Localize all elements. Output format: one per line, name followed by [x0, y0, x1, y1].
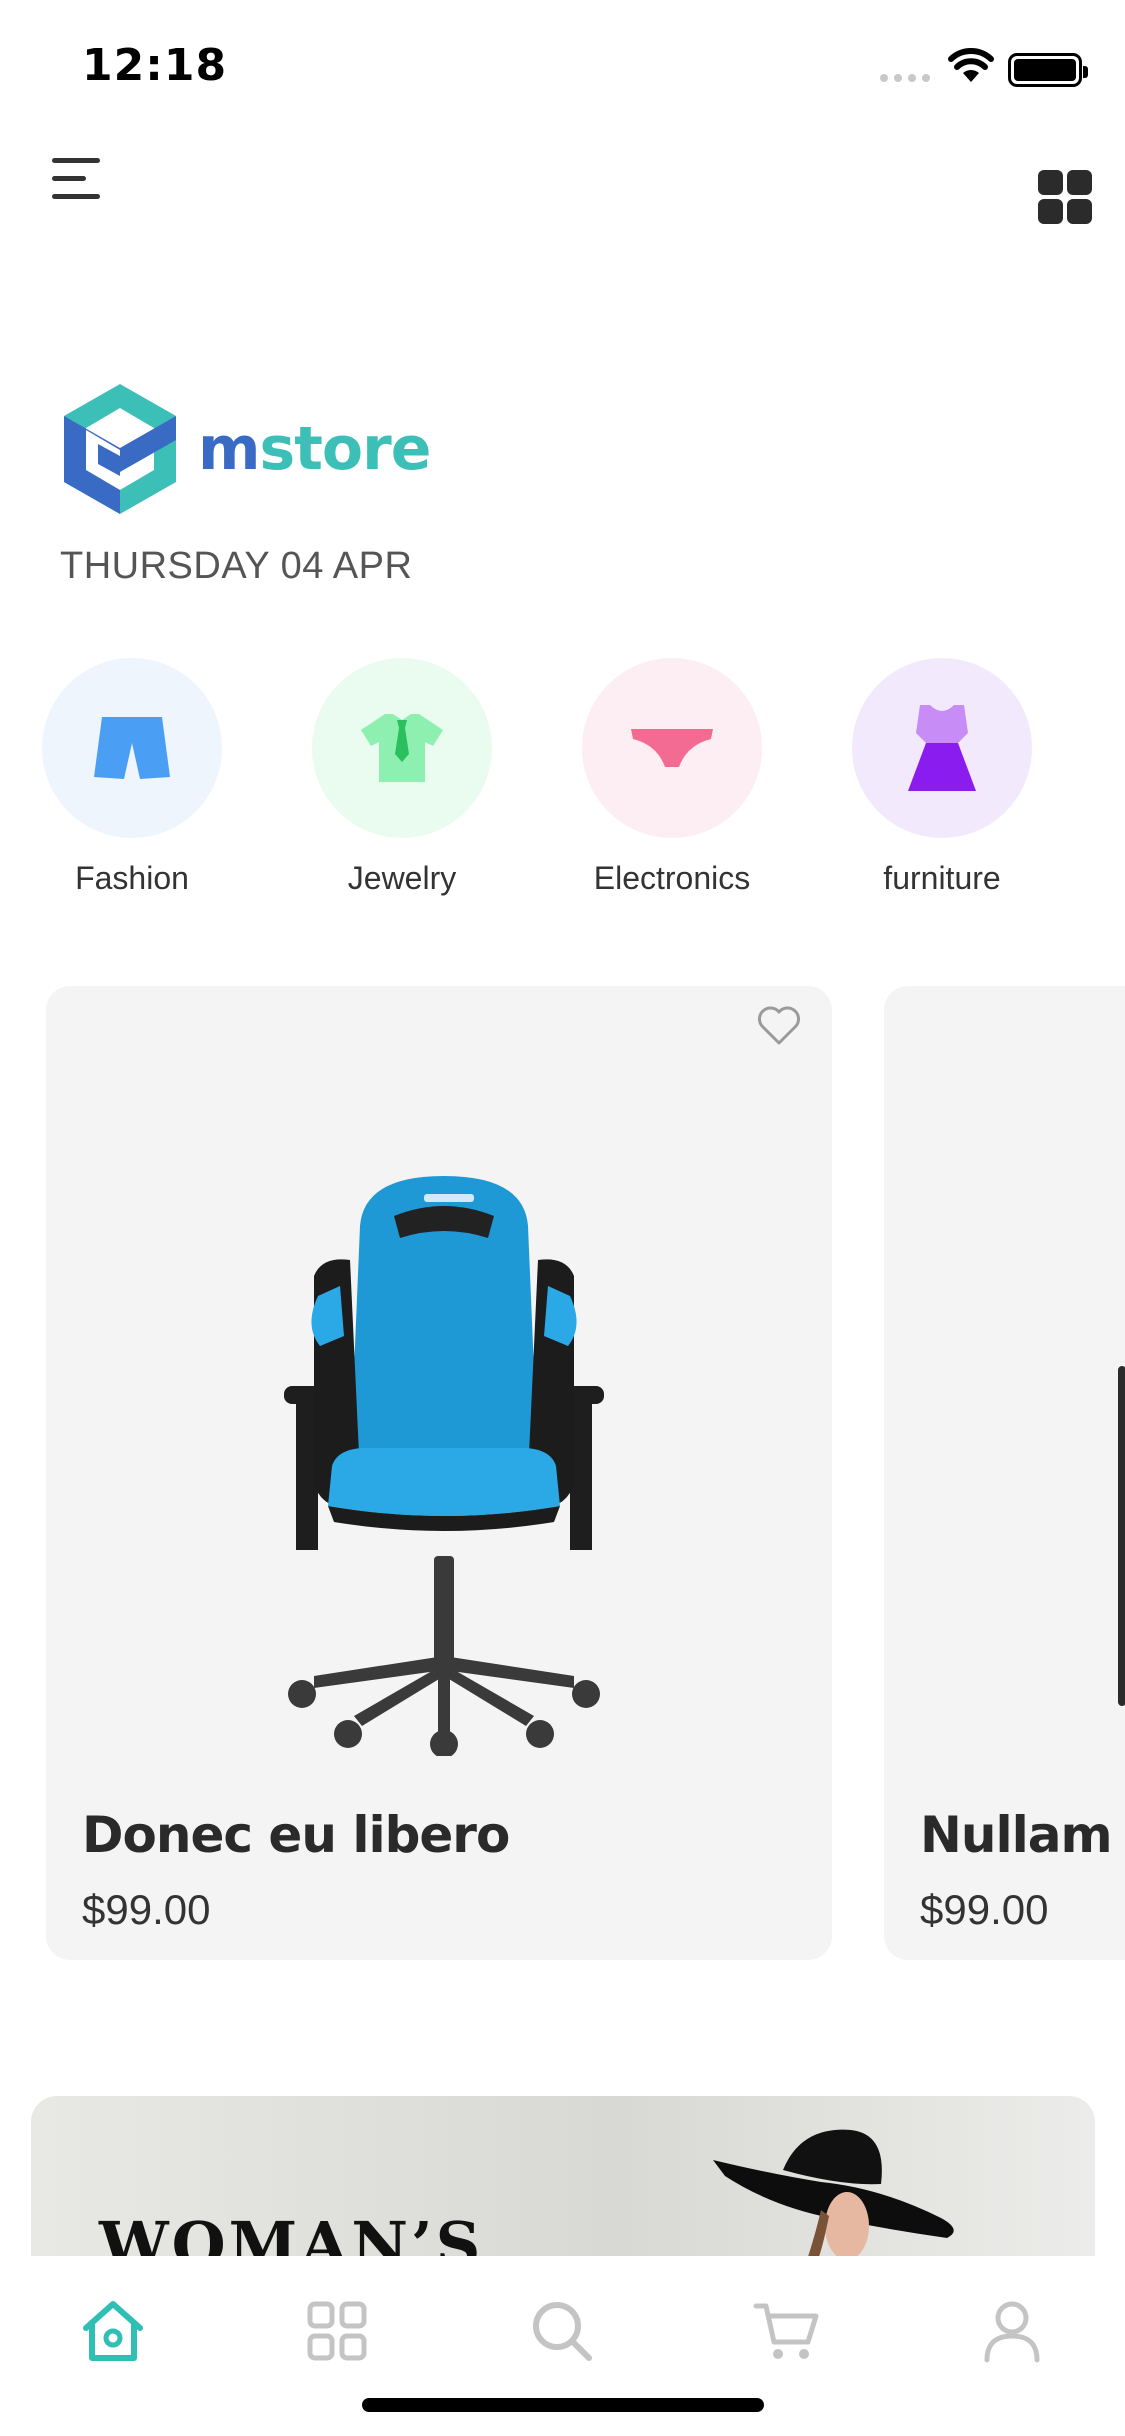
grid-view-icon[interactable] [1038, 170, 1094, 226]
product-price: $99.00 [920, 1886, 1049, 1933]
tshirt-icon [361, 714, 443, 782]
home-icon[interactable] [78, 2296, 148, 2366]
profile-icon[interactable] [977, 2296, 1047, 2366]
product-price: $99.00 [82, 1886, 211, 1933]
battery-icon [1008, 53, 1088, 87]
home-indicator [362, 2398, 764, 2412]
category-icon-circle [852, 658, 1032, 838]
promo-banner[interactable]: WOMAN’S [31, 2096, 1095, 2256]
status-bar: 12:18 [0, 0, 1125, 130]
category-icon-circle [582, 658, 762, 838]
brand-logo: mstore [58, 380, 431, 518]
category-jewelry[interactable]: Jewelry [292, 658, 512, 897]
categories-icon[interactable] [302, 2296, 372, 2366]
dress-icon [908, 705, 976, 791]
product-card[interactable]: Nullam n $99.00 [884, 986, 1125, 1960]
product-image-partial [1118, 1366, 1125, 1706]
search-icon[interactable] [527, 2296, 597, 2366]
category-icon-circle [42, 658, 222, 838]
category-furniture[interactable]: furniture [832, 658, 1052, 897]
category-label: Jewelry [347, 860, 457, 896]
product-card[interactable]: Donec eu libero $99.00 [46, 986, 832, 1960]
banner-title: WOMAN’S [99, 2208, 484, 2256]
product-image-gaming-chair [284, 1176, 604, 1756]
current-date: THURSDAY 04 APR [60, 545, 413, 587]
product-name: Nullam n [920, 1806, 1125, 1864]
mstore-logo-icon [64, 384, 176, 514]
category-label: furniture [883, 860, 1001, 896]
category-electronics[interactable]: Electronics [562, 658, 782, 897]
shorts-icon [94, 717, 170, 779]
category-icon-circle [312, 658, 492, 838]
cart-icon[interactable] [752, 2296, 822, 2366]
banner-woman-image [713, 2129, 954, 2256]
wifi-icon [948, 48, 994, 82]
category-label: Fashion [75, 860, 189, 896]
cellular-signal-icon [880, 74, 930, 82]
underwear-icon [631, 729, 713, 767]
product-name: Donec eu libero [82, 1806, 510, 1864]
category-label: Electronics [593, 860, 751, 896]
menu-icon[interactable] [52, 156, 104, 200]
status-time: 12:18 [82, 40, 228, 91]
category-fashion[interactable]: Fashion [22, 658, 242, 897]
heart-icon[interactable] [754, 1000, 804, 1050]
brand-name: mstore [198, 414, 431, 484]
